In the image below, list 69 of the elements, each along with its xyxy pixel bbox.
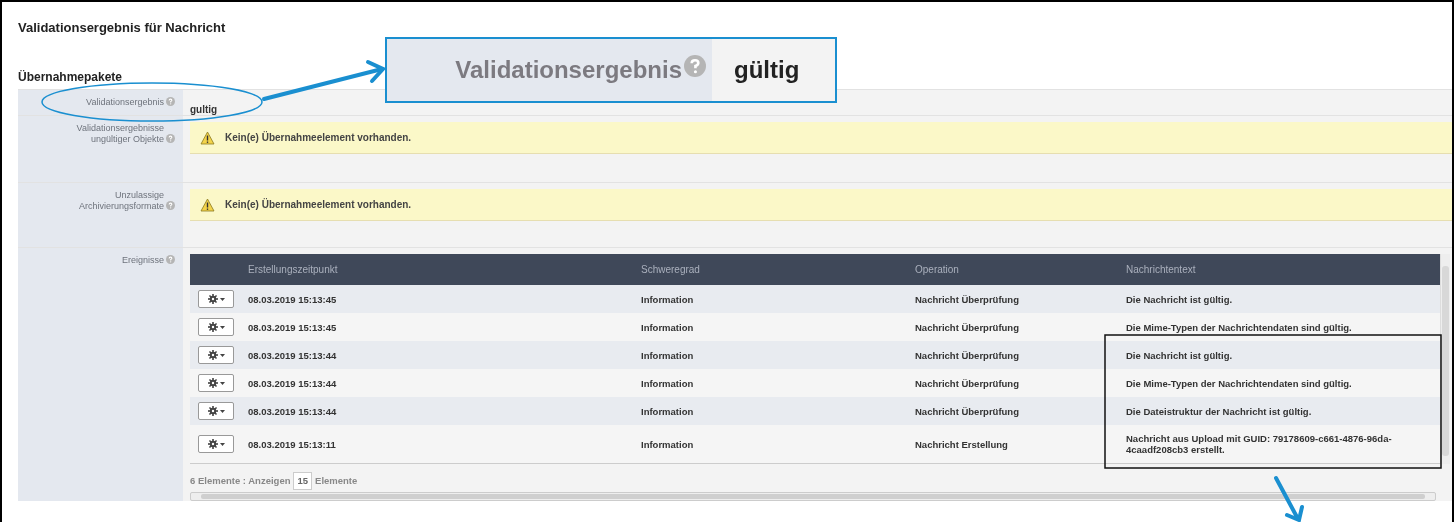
table-cell: Nachricht Überprüfung — [915, 293, 1019, 305]
column-header[interactable]: Nachrichtentext — [1126, 264, 1196, 275]
help-icon — [166, 255, 175, 264]
column-header[interactable]: Erstellungszeitpunkt — [248, 264, 338, 275]
gear-icon — [207, 378, 218, 388]
table-cell: Information — [641, 293, 694, 305]
callout-label: Validationsergebnis — [455, 55, 682, 85]
table-cell: Die Mime-Typen der Nachrichtendaten sind gültig. — [1126, 377, 1352, 389]
section-title: Übernahmepakete — [18, 69, 123, 86]
item-count-text: 6 Elemente : Anzeigen — [190, 474, 291, 488]
caret-icon — [219, 325, 225, 329]
gear-icon — [207, 322, 218, 332]
table-cell: 08.03.2019 15:13:45 — [248, 293, 337, 305]
gear-menu-button[interactable] — [198, 318, 234, 336]
table-cell: Nachricht aus Upload mit GUID: 79178609-c661-4876-96da-4caadf208cb3 erstellt. — [1126, 433, 1392, 455]
table-cell: 08.03.2019 15:13:44 — [248, 349, 337, 361]
table-cell: Information — [641, 377, 694, 389]
help-icon — [166, 97, 175, 106]
table-cell: Die Dateistruktur der Nachricht ist gültig. — [1126, 405, 1312, 417]
gear-menu-button[interactable] — [198, 290, 234, 308]
pointer-arrow — [1274, 476, 1304, 522]
gear-icon — [207, 294, 218, 304]
gear-menu-button[interactable] — [198, 402, 234, 420]
caret-icon — [219, 409, 225, 413]
vertical-scrollbar[interactable] — [1440, 254, 1450, 464]
caret-icon — [219, 353, 225, 357]
caret-icon — [219, 381, 225, 385]
warning-message: Kein(e) Übernahmeelement vorhanden. — [225, 197, 412, 212]
table-cell: Nachricht Überprüfung — [915, 349, 1019, 361]
table-cell: Information — [641, 321, 694, 333]
column-header[interactable]: Schweregrad — [641, 264, 700, 275]
gear-menu-button[interactable] — [198, 435, 234, 453]
gear-icon — [207, 439, 218, 449]
table-cell: 08.03.2019 15:13:11 — [248, 438, 336, 450]
field-label: Ereignisse — [121, 255, 164, 266]
gear-menu-button[interactable] — [198, 346, 234, 364]
field-label: Unzulassige Archivierungsformate — [77, 190, 164, 212]
table-cell: 08.03.2019 15:13:45 — [248, 321, 337, 333]
help-icon — [166, 201, 175, 210]
page-size-field[interactable]: 15 — [293, 472, 313, 491]
page-title: Validationsergebnis für Nachricht — [18, 20, 226, 35]
items-label: Elemente — [315, 474, 358, 488]
table-cell: Information — [641, 349, 694, 361]
table-cell: Die Nachricht ist gültig. — [1126, 293, 1233, 305]
warning-icon — [200, 130, 215, 145]
callout-value: gültig — [734, 55, 800, 85]
gear-icon — [207, 406, 218, 416]
gear-menu-button[interactable] — [198, 374, 234, 392]
field-label: Validationsergebnisse ungültiger Objekte — [75, 123, 164, 145]
warning-icon — [200, 197, 215, 212]
table-cell: Nachricht Erstellung — [915, 438, 1008, 450]
column-header[interactable]: Operation — [915, 264, 959, 275]
table-cell: Die Nachricht ist gültig. — [1126, 349, 1233, 361]
table-cell: Information — [641, 405, 694, 417]
gear-icon — [207, 350, 218, 360]
table-cell: Die Mime-Typen der Nachrichtendaten sind gültig. — [1126, 321, 1352, 333]
table-cell: Nachricht Überprüfung — [915, 321, 1019, 333]
warning-message: Kein(e) Übernahmeelement vorhanden. — [225, 130, 412, 145]
field-value: gultig — [190, 104, 218, 115]
help-icon — [684, 55, 706, 77]
table-cell: Nachricht Überprüfung — [915, 377, 1019, 389]
field-label: Validationsergebnis — [86, 97, 164, 108]
table-cell: 08.03.2019 15:13:44 — [248, 405, 337, 417]
caret-icon — [219, 442, 225, 446]
table-cell: Nachricht Überprüfung — [915, 405, 1019, 417]
help-icon — [166, 134, 175, 143]
table-cell: Information — [641, 438, 694, 450]
table-cell: 08.03.2019 15:13:44 — [248, 377, 337, 389]
caret-icon — [219, 297, 225, 301]
